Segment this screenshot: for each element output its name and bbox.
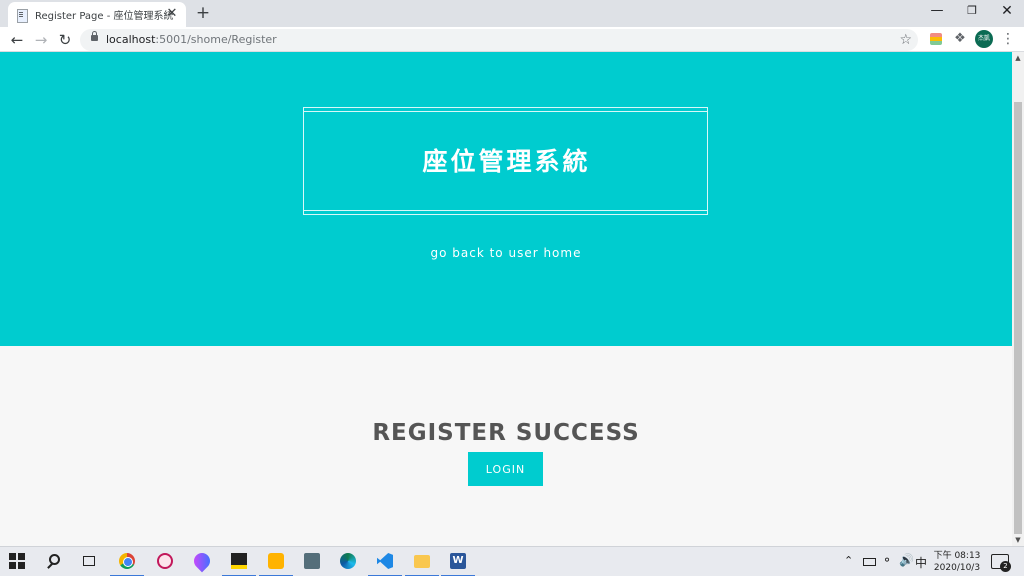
chevron-up-icon[interactable]: ⌃ [844, 554, 853, 567]
browser-toolbar: ← → ↻ localhost:5001/shome/Register ☆ [0, 27, 1024, 52]
windows-taskbar: W ⌃ ⚬ 🔊 中 下午 08:13 2020/10/3 2 [0, 546, 1024, 576]
restore-window-button[interactable]: ❐ [955, 0, 989, 22]
bookmark-star-icon[interactable]: ☆ [899, 31, 912, 49]
back-to-user-home-link[interactable]: go back to user home [0, 246, 1012, 260]
windows-start-icon[interactable] [0, 547, 34, 576]
url-host: localhost [106, 33, 156, 46]
scroll-up-arrow-icon[interactable]: ▲ [1012, 52, 1024, 64]
sticky-notes-icon[interactable] [222, 547, 256, 576]
battery-icon[interactable] [863, 558, 876, 566]
clock-time: 下午 08:13 [933, 551, 981, 561]
back-arrow-icon[interactable]: ← [7, 30, 27, 50]
calculator-icon[interactable] [295, 547, 329, 576]
minimize-window-button[interactable]: — [920, 0, 954, 22]
scroll-down-arrow-icon[interactable]: ▼ [1012, 534, 1024, 546]
vscode-icon[interactable] [368, 547, 402, 576]
file-explorer-icon[interactable] [405, 547, 439, 576]
scrollbar-thumb[interactable] [1014, 102, 1022, 534]
edge-icon[interactable] [331, 547, 365, 576]
browser-tab-strip: Register Page - 座位管理系統 ✕ + — ❐ ✕ [0, 0, 1024, 27]
reload-icon[interactable]: ↻ [55, 30, 75, 50]
address-bar[interactable]: localhost:5001/shome/Register ☆ [80, 29, 918, 51]
site-title: 座位管理系統 [422, 147, 591, 176]
paint-3d-icon[interactable] [148, 547, 182, 576]
extensions-puzzle-icon[interactable]: ❖ [952, 31, 968, 47]
page-favicon-icon [16, 8, 28, 23]
extension-icon[interactable] [930, 33, 942, 45]
system-clock[interactable]: 下午 08:13 2020/10/3 [932, 550, 982, 574]
profile-avatar[interactable]: 杰凱 [975, 30, 993, 48]
clock-date: 2020/10/3 [933, 563, 981, 573]
input-method-indicator[interactable]: 中 [915, 554, 927, 571]
new-tab-button[interactable]: + [193, 3, 213, 23]
close-tab-icon[interactable]: ✕ [164, 6, 180, 22]
snipping-tool-icon[interactable] [259, 547, 293, 576]
register-success-heading: REGISTER SUCCESS [372, 420, 640, 446]
forward-arrow-icon[interactable]: → [31, 30, 51, 50]
url-path: :5001/shome/Register [155, 33, 277, 46]
login-button[interactable]: LOGIN [468, 452, 543, 486]
tab-title: Register Page - 座位管理系統 [35, 11, 173, 22]
wifi-icon[interactable]: ⚬ [882, 553, 892, 567]
browser-menu-icon[interactable]: ⋮ [1000, 31, 1016, 47]
task-view-icon[interactable] [72, 547, 106, 576]
lock-icon[interactable] [91, 31, 98, 41]
hero-banner: 座位管理系統 go back to user home [0, 52, 1012, 346]
url-text[interactable]: localhost:5001/shome/Register [106, 33, 277, 46]
volume-icon[interactable]: 🔊 [899, 553, 914, 567]
page-viewport: 座位管理系統 go back to user home REGISTER SUC… [0, 52, 1012, 546]
notification-count-badge: 2 [1000, 561, 1011, 572]
title-frame: 座位管理系統 [303, 107, 708, 215]
page-scrollbar[interactable]: ▲ ▼ [1012, 52, 1024, 546]
droplet-app-icon[interactable] [185, 547, 219, 576]
search-icon[interactable] [37, 547, 71, 576]
browser-tab-register[interactable]: Register Page - 座位管理系統 ✕ [8, 2, 186, 27]
word-icon[interactable]: W [441, 547, 475, 576]
close-window-button[interactable]: ✕ [990, 0, 1024, 22]
chrome-icon[interactable] [110, 547, 144, 576]
